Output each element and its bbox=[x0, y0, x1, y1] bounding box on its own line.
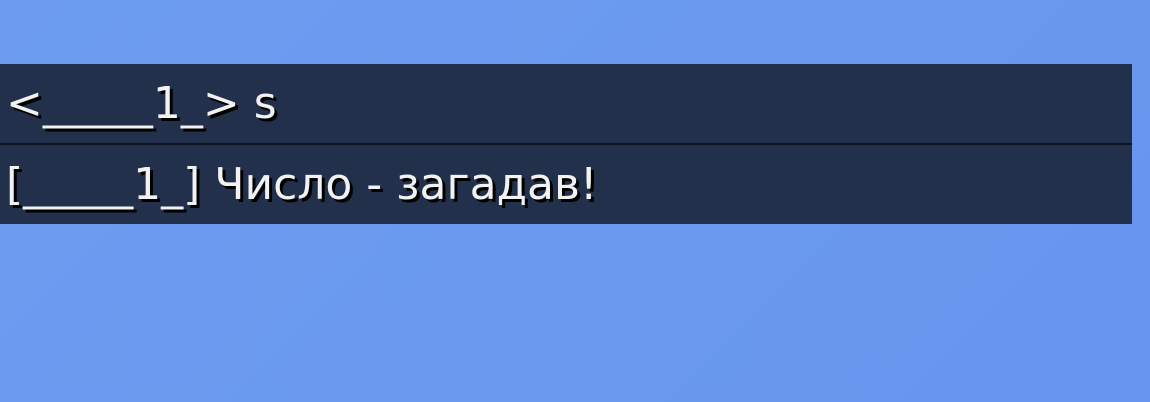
chat-line-text: <_____1_> s bbox=[6, 78, 277, 129]
chat-line-response: [_____1_] Число - загадав! bbox=[0, 145, 1132, 224]
chat-line-text: [_____1_] Число - загадав! bbox=[6, 159, 598, 210]
chat-line-input: <_____1_> s bbox=[0, 64, 1132, 145]
chat-panel: <_____1_> s [_____1_] Число - загадав! bbox=[0, 64, 1132, 224]
